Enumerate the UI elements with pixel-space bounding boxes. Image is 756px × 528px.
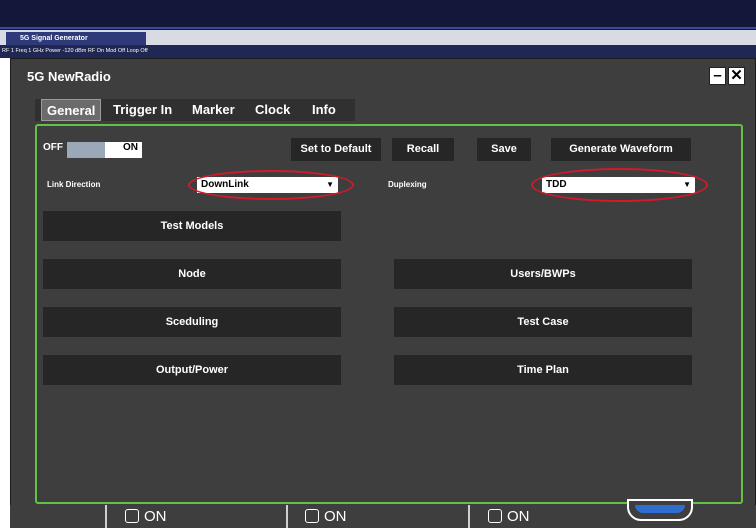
- window-title: 5G NewRadio: [27, 69, 111, 84]
- time-plan-button[interactable]: Time Plan: [394, 355, 692, 385]
- link-direction-value: DownLink: [201, 179, 249, 190]
- bottom-action-button[interactable]: [627, 499, 693, 521]
- rf-toggle-knob[interactable]: [67, 142, 105, 158]
- link-direction-label: Link Direction: [47, 180, 101, 189]
- bottom-divider: [286, 505, 288, 528]
- recall-button[interactable]: Recall: [392, 138, 454, 161]
- on-label: ON: [123, 142, 138, 153]
- tab-general[interactable]: General: [41, 99, 102, 121]
- general-panel: OFF ON Set to Default Recall Save Genera…: [35, 124, 743, 504]
- save-button[interactable]: Save: [477, 138, 531, 161]
- output-power-button[interactable]: Output/Power: [43, 355, 341, 385]
- minimize-button[interactable]: –: [709, 67, 726, 85]
- bottom-on-label-2: ON: [324, 508, 347, 525]
- close-button[interactable]: ✕: [728, 67, 745, 85]
- title-bar-stripe: [0, 27, 756, 29]
- test-models-button[interactable]: Test Models: [43, 211, 341, 241]
- generate-waveform-button[interactable]: Generate Waveform: [551, 138, 691, 161]
- users-bwps-button[interactable]: Users/BWPs: [394, 259, 692, 289]
- bottom-divider: [105, 505, 107, 528]
- bottom-on-toggle-3[interactable]: ON: [488, 508, 530, 526]
- tab-marker[interactable]: Marker: [192, 99, 235, 121]
- tab-bar: General Trigger In Marker Clock Info: [35, 99, 355, 121]
- chevron-down-icon: ▼: [326, 180, 334, 189]
- bottom-action-indicator: [635, 505, 685, 513]
- tab-trigger-in[interactable]: Trigger In: [113, 99, 172, 121]
- bottom-on-label-1: ON: [144, 508, 167, 525]
- status-line: RF 1 Freq 1 GHz Power -120 dBm RF On Mod…: [0, 45, 756, 58]
- checkbox-icon: [125, 509, 139, 523]
- duplexing-label: Duplexing: [388, 180, 427, 189]
- bottom-divider: [468, 505, 470, 528]
- nr-window: 5G NewRadio – ✕ General Trigger In Marke…: [10, 58, 756, 528]
- scheduling-button[interactable]: Sceduling: [43, 307, 341, 337]
- title-bar: [0, 0, 756, 30]
- node-button[interactable]: Node: [43, 259, 341, 289]
- instrument-tab[interactable]: 5G Signal Generator: [6, 32, 146, 45]
- duplexing-value: TDD: [546, 179, 567, 190]
- link-direction-select[interactable]: DownLink ▼: [197, 177, 338, 193]
- bottom-on-toggle-1[interactable]: ON: [125, 508, 167, 526]
- bottom-on-label-3: ON: [507, 508, 530, 525]
- tab-info[interactable]: Info: [312, 99, 336, 121]
- chevron-down-icon: ▼: [683, 180, 691, 189]
- checkbox-icon: [488, 509, 502, 523]
- set-to-default-button[interactable]: Set to Default: [291, 138, 381, 161]
- off-label: OFF: [43, 142, 63, 153]
- test-case-button[interactable]: Test Case: [394, 307, 692, 337]
- tab-clock[interactable]: Clock: [255, 99, 290, 121]
- bottom-on-toggle-2[interactable]: ON: [305, 508, 347, 526]
- checkbox-icon: [305, 509, 319, 523]
- duplexing-select[interactable]: TDD ▼: [542, 177, 695, 193]
- bottom-bar: ON ON ON: [10, 499, 756, 528]
